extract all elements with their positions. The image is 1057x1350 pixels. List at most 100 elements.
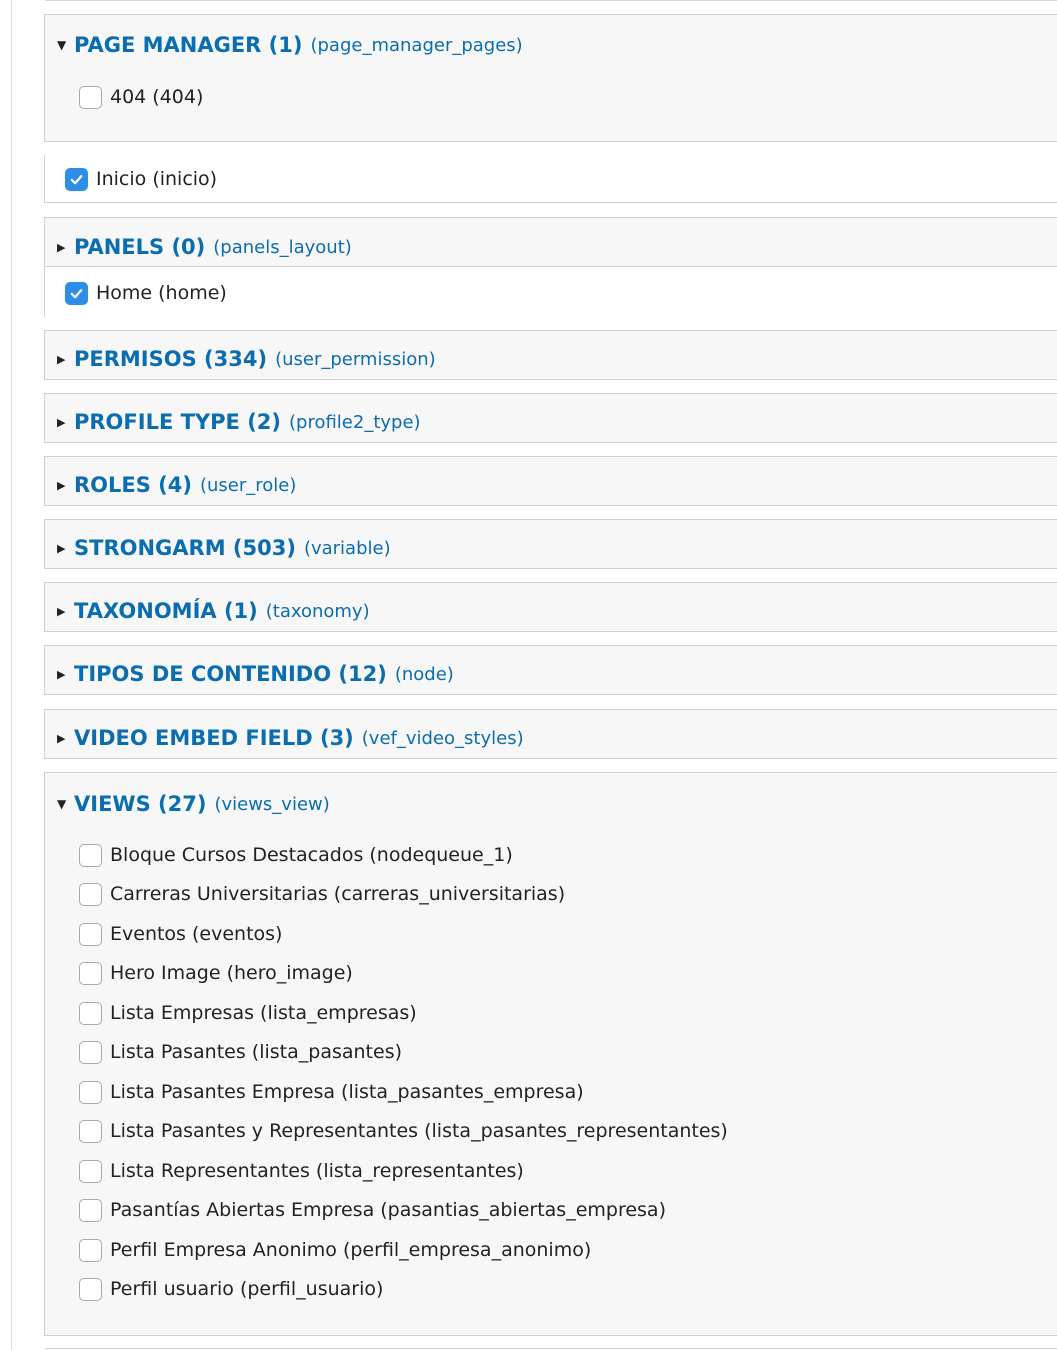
checkbox[interactable] xyxy=(79,882,102,906)
fieldset-machine-name: (node) xyxy=(394,663,454,685)
checkbox-label: Carreras Universitarias (carreras_univer… xyxy=(110,883,566,905)
checkbox[interactable] xyxy=(79,1001,102,1025)
checkbox-item-inicio[interactable]: Inicio (inicio) xyxy=(65,166,217,192)
checkbox-item-view[interactable]: Perfil Empresa Anonimo (perfil_empresa_a… xyxy=(79,1237,591,1263)
fieldset-toggle-strongarm[interactable]: ▶ STRONGARM (503) (variable) xyxy=(57,534,391,562)
fieldset-title: PAGE MANAGER (1) xyxy=(74,33,303,57)
triangle-down-icon: ▼ xyxy=(57,38,67,52)
fieldset-title: STRONGARM (503) xyxy=(74,536,296,560)
fieldset-machine-name: (variable) xyxy=(303,537,391,559)
fieldset-machine-name: (views_view) xyxy=(214,793,330,815)
checkbox-item-view[interactable]: Carreras Universitarias (carreras_univer… xyxy=(79,881,565,907)
fieldset-title: VIEWS (27) xyxy=(74,792,207,816)
checkbox[interactable] xyxy=(79,1080,102,1104)
fieldset-roles: ▶ ROLES (4) (user_role) xyxy=(44,456,1057,506)
fieldset-title: PANELS (0) xyxy=(74,235,206,259)
checkbox[interactable] xyxy=(79,1119,102,1143)
fieldset-toggle-panels[interactable]: ▶ PANELS (0) (panels_layout) xyxy=(57,233,352,261)
checkbox-item-404[interactable]: 404 (404) xyxy=(79,84,203,110)
fieldset-title: TAXONOMÍA (1) xyxy=(74,599,258,623)
fieldset-machine-name: (profile2_type) xyxy=(289,411,421,433)
triangle-right-icon: ▶ xyxy=(57,731,66,745)
list-item-inicio-row: Inicio (inicio) xyxy=(44,155,1057,203)
checkbox-item-home[interactable]: Home (home) xyxy=(65,280,227,306)
checkbox-label: Lista Empresas (lista_empresas) xyxy=(110,1002,417,1024)
checkbox-item-view[interactable]: Lista Pasantes Empresa (lista_pasantes_e… xyxy=(79,1079,584,1105)
checkbox[interactable] xyxy=(79,1238,102,1262)
triangle-right-icon: ▶ xyxy=(57,240,66,254)
triangle-right-icon: ▶ xyxy=(57,478,66,492)
checkbox-item-view[interactable]: Lista Empresas (lista_empresas) xyxy=(79,1000,417,1026)
fieldset-machine-name: (vef_video_styles) xyxy=(361,727,524,749)
triangle-right-icon: ▶ xyxy=(57,541,66,555)
checkbox-label: Inicio (inicio) xyxy=(96,168,218,190)
checkbox[interactable] xyxy=(79,85,102,109)
fieldset-panels: ▶ PANELS (0) (panels_layout) Home (home) xyxy=(44,217,1057,317)
checkbox-checked[interactable] xyxy=(65,167,88,191)
triangle-right-icon: ▶ xyxy=(57,604,66,618)
checkbox-item-view[interactable]: Lista Representantes (lista_representant… xyxy=(79,1158,524,1184)
fieldset-machine-name: (taxonomy) xyxy=(265,600,370,622)
fieldset-profile-type: ▶ PROFILE TYPE (2) (profile2_type) xyxy=(44,393,1057,443)
fieldset-toggle-roles[interactable]: ▶ ROLES (4) (user_role) xyxy=(57,471,296,499)
fieldset-title: ROLES (4) xyxy=(74,473,192,497)
checkbox[interactable] xyxy=(79,922,102,946)
fieldset-toggle-profile-type[interactable]: ▶ PROFILE TYPE (2) (profile2_type) xyxy=(57,408,421,436)
checkbox-label: Home (home) xyxy=(96,282,227,304)
fieldset-machine-name: (panels_layout) xyxy=(213,236,352,258)
checkbox-item-view[interactable]: Lista Pasantes y Representantes (lista_p… xyxy=(79,1118,728,1144)
fieldset-page-manager: ▼ PAGE MANAGER (1) (page_manager_pages) … xyxy=(44,14,1057,142)
checkbox[interactable] xyxy=(79,1277,102,1301)
fieldset-toggle-permisos[interactable]: ▶ PERMISOS (334) (user_permission) xyxy=(57,345,436,373)
checkbox-checked[interactable] xyxy=(65,281,88,305)
list-item-home-row: Home (home) xyxy=(45,266,1057,317)
fieldset-permisos: ▶ PERMISOS (334) (user_permission) xyxy=(44,330,1057,380)
triangle-down-icon: ▼ xyxy=(57,797,67,811)
fieldset-title: PERMISOS (334) xyxy=(74,347,268,371)
fieldset-toggle-page-manager[interactable]: ▼ PAGE MANAGER (1) (page_manager_pages) xyxy=(57,31,523,59)
triangle-right-icon: ▶ xyxy=(57,667,66,681)
fieldset-machine-name: (user_permission) xyxy=(275,348,436,370)
triangle-right-icon: ▶ xyxy=(57,415,66,429)
page-left-border xyxy=(11,0,12,1350)
checkbox-label: Hero Image (hero_image) xyxy=(110,962,353,984)
section-divider xyxy=(45,0,1057,1)
checkbox-item-view[interactable]: Bloque Cursos Destacados (nodequeue_1) xyxy=(79,842,513,868)
checkbox-label: Lista Pasantes Empresa (lista_pasantes_e… xyxy=(110,1081,584,1103)
checkbox-label: Bloque Cursos Destacados (nodequeue_1) xyxy=(110,844,513,866)
triangle-right-icon: ▶ xyxy=(57,352,66,366)
checkbox-item-view[interactable]: Pasantías Abiertas Empresa (pasantias_ab… xyxy=(79,1197,666,1223)
checkbox-item-view[interactable]: Perfil usuario (perfil_usuario) xyxy=(79,1276,383,1302)
checkbox[interactable] xyxy=(79,843,102,867)
checkbox-label: Lista Representantes (lista_representant… xyxy=(110,1160,524,1182)
checkmark-icon xyxy=(70,174,83,184)
fieldset-views: ▼ VIEWS (27) (views_view) Bloque Cursos … xyxy=(44,772,1057,1336)
checkbox[interactable] xyxy=(79,1198,102,1222)
fieldset-machine-name: (user_role) xyxy=(200,474,297,496)
fieldset-toggle-video-embed-field[interactable]: ▶ VIDEO EMBED FIELD (3) (vef_video_style… xyxy=(57,724,524,752)
checkbox-item-view[interactable]: Lista Pasantes (lista_pasantes) xyxy=(79,1039,402,1065)
checkbox-label: Perfil usuario (perfil_usuario) xyxy=(110,1278,384,1300)
checkbox-label: Lista Pasantes (lista_pasantes) xyxy=(110,1041,403,1063)
checkbox-label: 404 (404) xyxy=(110,86,204,108)
checkbox-label: Lista Pasantes y Representantes (lista_p… xyxy=(110,1120,728,1142)
fieldset-machine-name: (page_manager_pages) xyxy=(310,34,523,56)
checkbox-item-view[interactable]: Eventos (eventos) xyxy=(79,921,282,947)
fieldset-title: VIDEO EMBED FIELD (3) xyxy=(74,726,354,750)
fieldset-title: PROFILE TYPE (2) xyxy=(74,410,281,434)
checkbox-item-view[interactable]: Hero Image (hero_image) xyxy=(79,960,353,986)
fieldset-toggle-tipos-de-contenido[interactable]: ▶ TIPOS DE CONTENIDO (12) (node) xyxy=(57,660,454,688)
fieldset-tipos-de-contenido: ▶ TIPOS DE CONTENIDO (12) (node) xyxy=(44,645,1057,695)
checkbox-label: Eventos (eventos) xyxy=(110,923,283,945)
fieldset-toggle-views[interactable]: ▼ VIEWS (27) (views_view) xyxy=(57,790,330,818)
fieldset-title: TIPOS DE CONTENIDO (12) xyxy=(74,662,387,686)
checkbox-label: Pasantías Abiertas Empresa (pasantias_ab… xyxy=(110,1199,666,1221)
fieldset-strongarm: ▶ STRONGARM (503) (variable) xyxy=(44,519,1057,569)
checkbox-label: Perfil Empresa Anonimo (perfil_empresa_a… xyxy=(110,1239,592,1261)
checkbox[interactable] xyxy=(79,1040,102,1064)
checkbox[interactable] xyxy=(79,961,102,985)
fieldset-toggle-taxonomia[interactable]: ▶ TAXONOMÍA (1) (taxonomy) xyxy=(57,597,370,625)
fieldset-video-embed-field: ▶ VIDEO EMBED FIELD (3) (vef_video_style… xyxy=(44,709,1057,759)
checkbox[interactable] xyxy=(79,1159,102,1183)
fieldset-taxonomia: ▶ TAXONOMÍA (1) (taxonomy) xyxy=(44,582,1057,632)
